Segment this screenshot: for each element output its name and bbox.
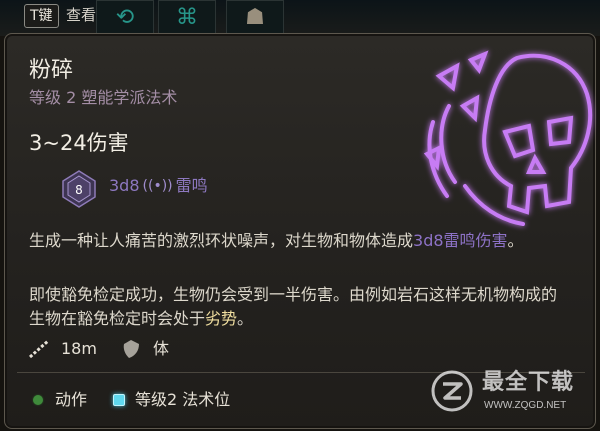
hotbar-slot-1[interactable]: ⟲: [96, 0, 154, 34]
damage-dice: 3d8: [109, 176, 140, 195]
description-text: 即使豁免检定成功，生物仍会受到一半伤害。由例如岩石这样无机物构成的生物在豁免检定…: [29, 285, 558, 328]
shield-save-icon: [123, 340, 139, 358]
teal-rune-icon: ⟲: [115, 5, 135, 30]
spell-name: 粉碎: [29, 58, 74, 83]
description-punct: 。: [507, 231, 524, 250]
spell-range: 18m: [61, 339, 97, 358]
spell-cost-row: 动作 等级2 法术位: [33, 389, 230, 411]
range-icon: [29, 339, 49, 359]
cost-action: 动作: [55, 390, 88, 409]
hotbar-slot-3[interactable]: ☗: [226, 0, 284, 34]
watermark-url: WWW.ZQGD.NET: [484, 400, 567, 411]
damage-link[interactable]: 3d8雷鸣伤害: [413, 231, 508, 250]
teal-rune-icon: ⌘: [176, 5, 198, 30]
d8-die-icon: 8: [62, 170, 96, 208]
site-watermark: 最全下载 WWW.ZQGD.NET: [430, 365, 590, 421]
mask-rune-icon: ☗: [245, 5, 265, 30]
thunder-skull-icon: [423, 50, 593, 226]
spell-description-1: 生成一种让人痛苦的激烈环状噪声，对生物和物体造成3d8雷鸣伤害。: [29, 229, 564, 253]
hotbar-slot-2[interactable]: ⌘: [158, 0, 216, 34]
hotbar-strip: T键 查看 ⟲ ⌘ ☗: [0, 0, 600, 36]
spell-slot-icon: [113, 394, 126, 406]
damage-type: 雷鸣: [175, 176, 208, 195]
spell-meta-row: 18m 体: [27, 338, 169, 360]
watermark-logo-icon: [431, 370, 473, 412]
saving-throw: 体: [152, 339, 169, 358]
description-punct: 。: [237, 309, 254, 328]
damage-range: 3~24伤害: [29, 131, 129, 155]
die-face-value: 8: [75, 183, 83, 197]
spell-level-school: 等级 2 塑能学派法术: [29, 88, 178, 107]
damage-dice-row: 3d8 ((•)) 雷鸣: [109, 176, 208, 196]
disadvantage-keyword[interactable]: 劣势: [205, 309, 237, 328]
thunder-damage-icon: ((•)): [142, 178, 173, 194]
cost-spell-slot: 等级2 法术位: [135, 390, 231, 409]
spell-description-2: 即使豁免检定成功，生物仍会受到一半伤害。由例如岩石这样无机物构成的生物在豁免检定…: [29, 283, 564, 331]
inspect-hint-label: 查看: [66, 6, 97, 24]
inspect-key-chip: T键: [24, 4, 59, 28]
watermark-name: 最全下载: [482, 370, 575, 395]
description-text: 生成一种让人痛苦的激烈环状噪声，对生物和物体造成: [29, 231, 414, 250]
action-dot-icon: [33, 395, 43, 405]
